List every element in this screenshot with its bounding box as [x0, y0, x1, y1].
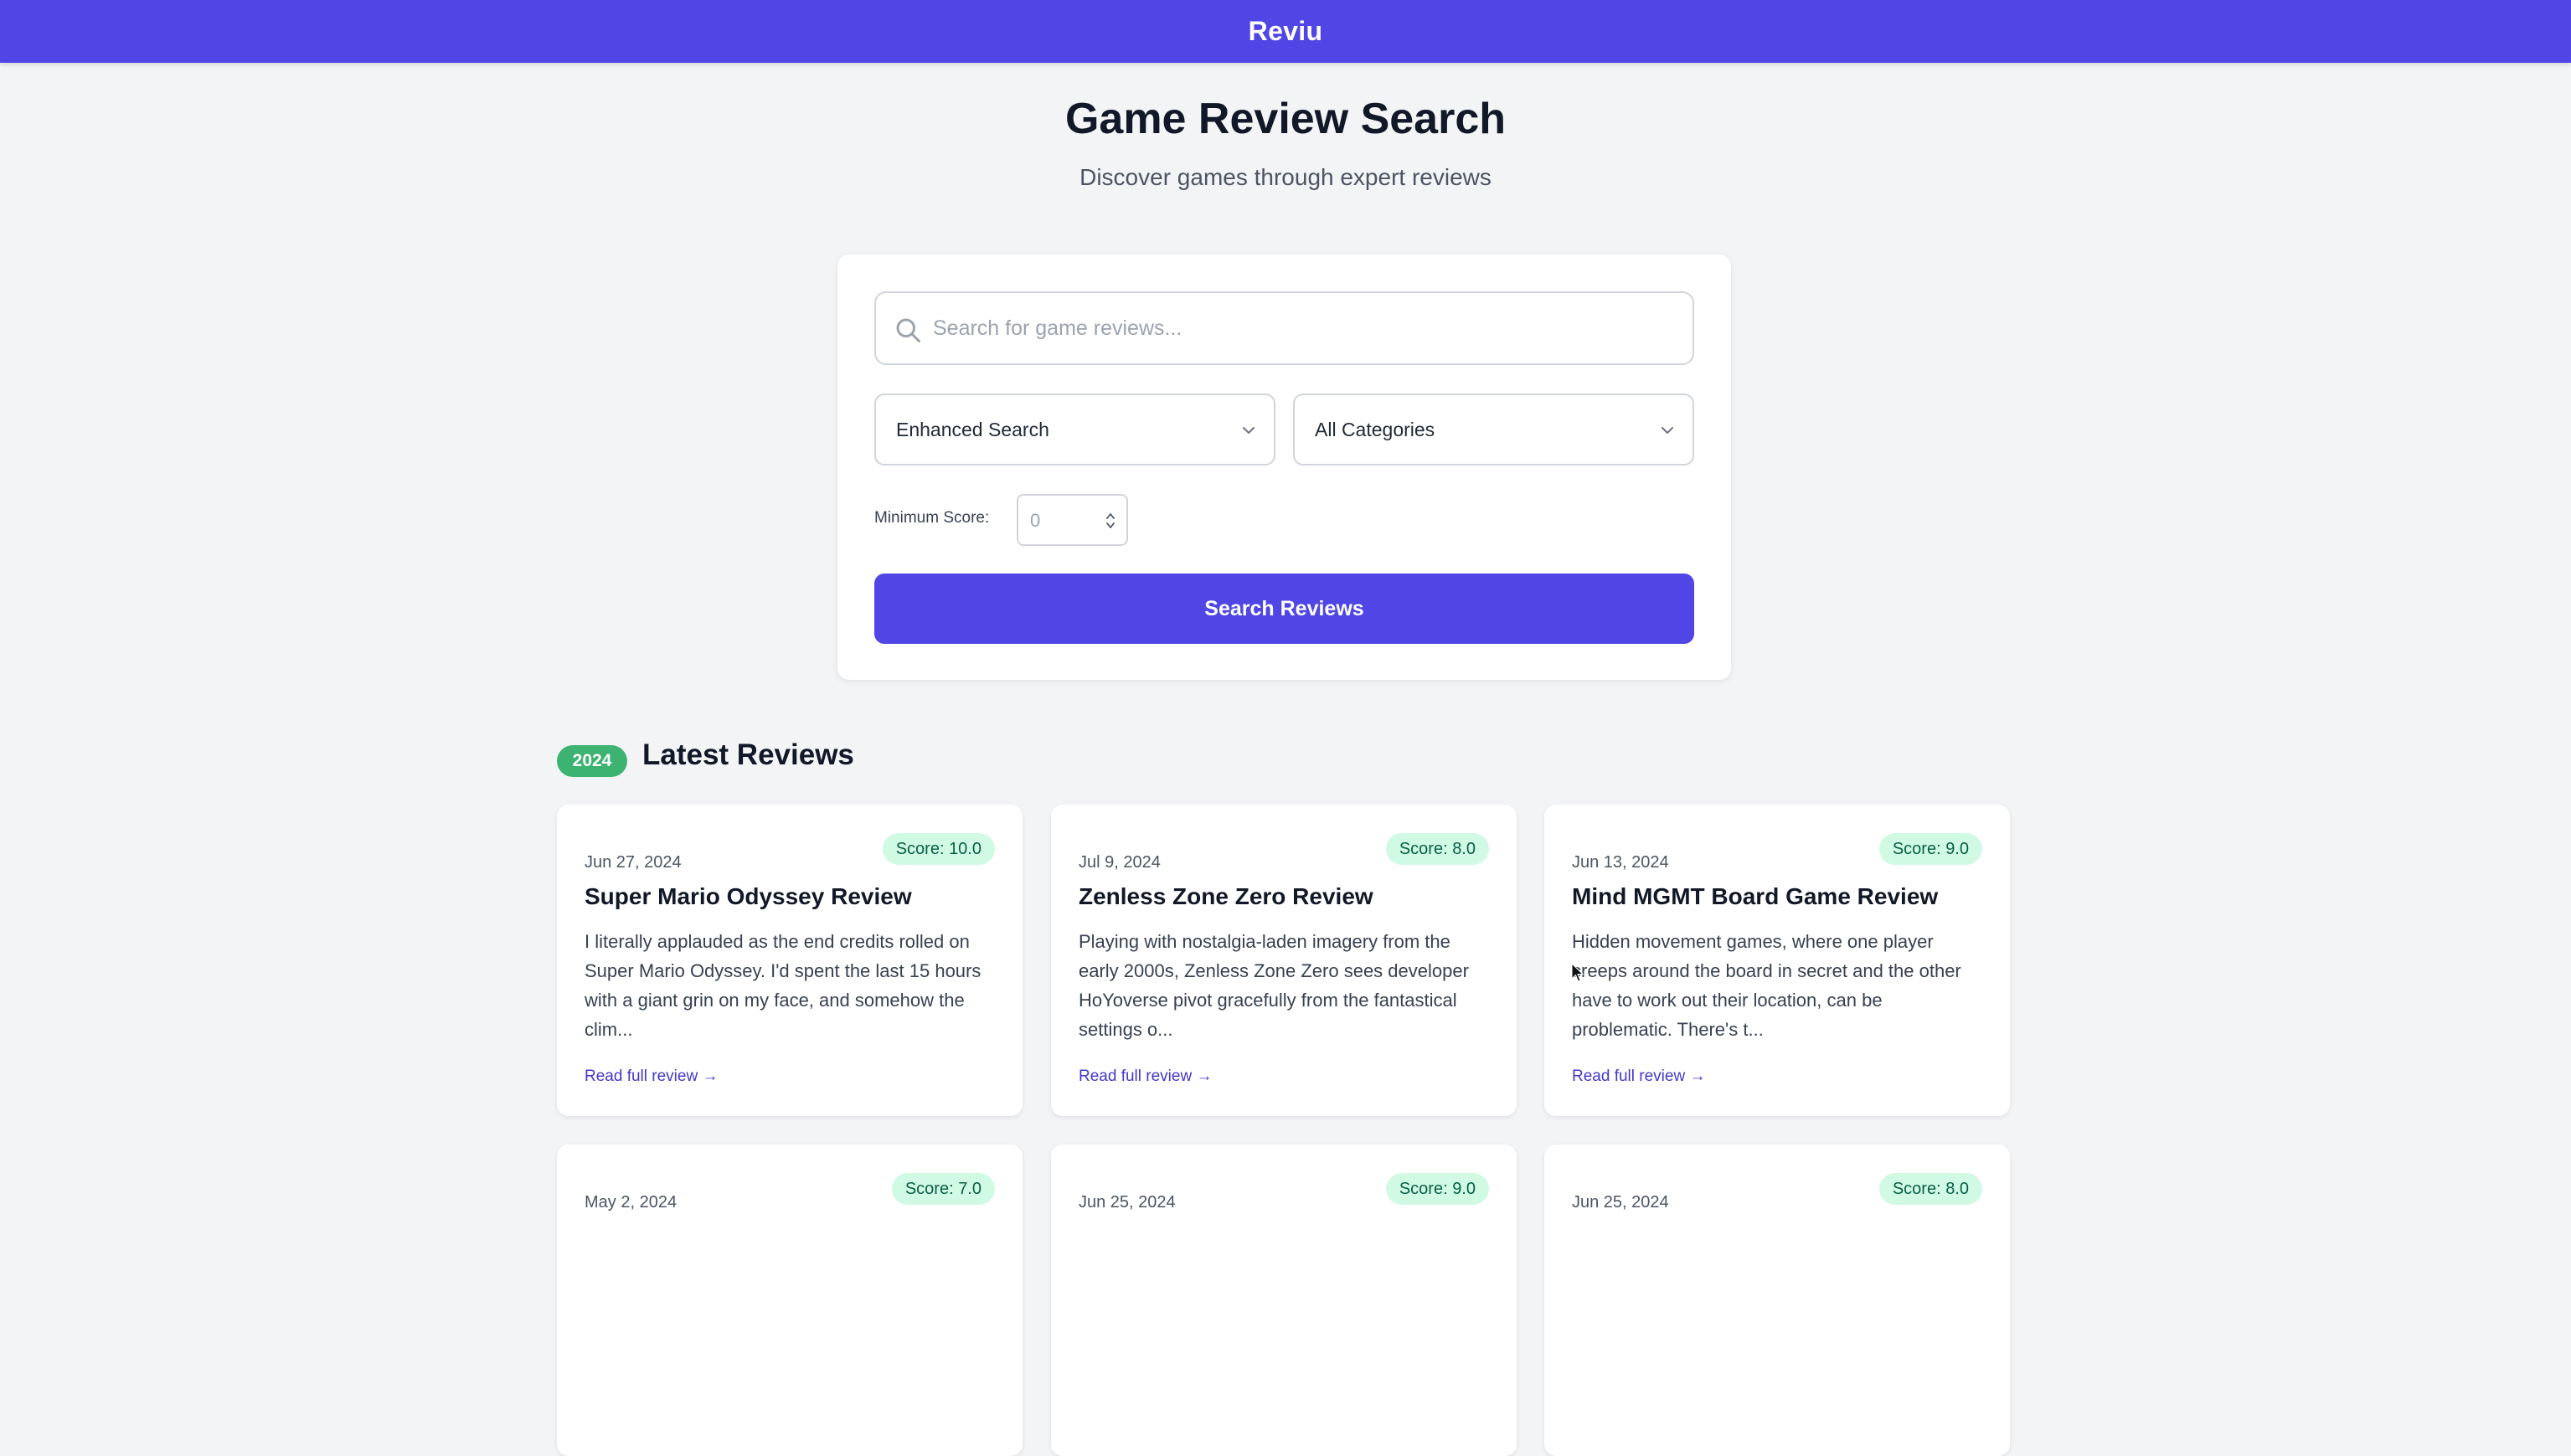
search-input[interactable] [933, 293, 1678, 363]
chevron-down-icon [1243, 427, 1255, 434]
top-navbar: Reviu [0, 0, 2571, 63]
chevron-down-icon [1662, 427, 1673, 434]
review-date: Jun 13, 2024 [1572, 853, 1669, 872]
read-full-review-link[interactable]: Read full review → [1079, 1068, 1212, 1086]
review-card[interactable]: Score: 8.0 Jun 25, 2024 [1544, 1145, 2010, 1456]
brand-logo-text[interactable]: Reviu [1249, 16, 1323, 47]
review-date: Jul 9, 2024 [1079, 853, 1161, 872]
review-card[interactable]: Score: 10.0 Jun 27, 2024 Super Mario Ody… [557, 805, 1023, 1116]
review-title[interactable]: Mind MGMT Board Game Review [1572, 883, 1938, 910]
min-score-value: 0 [1030, 510, 1041, 531]
search-reviews-button[interactable]: Search Reviews [874, 574, 1694, 644]
read-full-review-link[interactable]: Read full review → [585, 1068, 718, 1086]
search-mode-value: Enhanced Search [896, 418, 1049, 440]
review-date: Jun 25, 2024 [1079, 1193, 1176, 1212]
review-excerpt: I literally applauded as the end credits… [585, 931, 982, 1040]
search-box[interactable] [874, 291, 1694, 365]
search-mode-select[interactable]: Enhanced Search [874, 394, 1275, 466]
score-badge: Score: 8.0 [1878, 1173, 1982, 1205]
score-badge: Score: 8.0 [1385, 833, 1489, 865]
review-card[interactable]: Score: 7.0 May 2, 2024 [557, 1145, 1023, 1456]
mouse-cursor-icon [1571, 963, 1584, 982]
page-subtitle: Discover games through expert reviews [1079, 164, 1492, 190]
score-badge: Score: 7.0 [891, 1173, 995, 1205]
review-card[interactable]: Score: 8.0 Jul 9, 2024 Zenless Zone Zero… [1051, 805, 1517, 1116]
min-score-label: Minimum Score: [874, 509, 990, 527]
year-badge: 2024 [557, 745, 627, 777]
category-select[interactable]: All Categories [1293, 394, 1694, 466]
score-badge: Score: 9.0 [1878, 833, 1982, 865]
category-value: All Categories [1315, 418, 1435, 440]
review-title[interactable]: Zenless Zone Zero Review [1079, 883, 1373, 910]
review-excerpt: Hidden movement games, where one player … [1572, 931, 1961, 1040]
read-full-review-link[interactable]: Read full review → [1572, 1068, 1705, 1086]
review-date: Jun 27, 2024 [585, 853, 682, 872]
page-title: Game Review Search [1064, 95, 1507, 143]
latest-reviews-heading: Latest Reviews [642, 738, 854, 771]
score-badge: Score: 9.0 [1385, 1173, 1489, 1205]
review-date: May 2, 2024 [585, 1193, 678, 1212]
score-badge: Score: 10.0 [882, 833, 995, 865]
min-score-input[interactable]: 0 [1017, 494, 1128, 546]
search-icon [896, 318, 920, 342]
search-panel: Enhanced Search All Categories Minimum S… [837, 255, 1731, 680]
stepper-arrows-icon[interactable] [1105, 509, 1116, 532]
review-title[interactable]: Super Mario Odyssey Review [585, 883, 912, 910]
review-excerpt: Playing with nostalgia-laden imagery fro… [1079, 931, 1469, 1040]
review-card[interactable]: Score: 9.0 Jun 13, 2024 Mind MGMT Board … [1544, 805, 2010, 1116]
review-card[interactable]: Score: 9.0 Jun 25, 2024 [1051, 1145, 1517, 1456]
review-date: Jun 25, 2024 [1572, 1193, 1669, 1212]
